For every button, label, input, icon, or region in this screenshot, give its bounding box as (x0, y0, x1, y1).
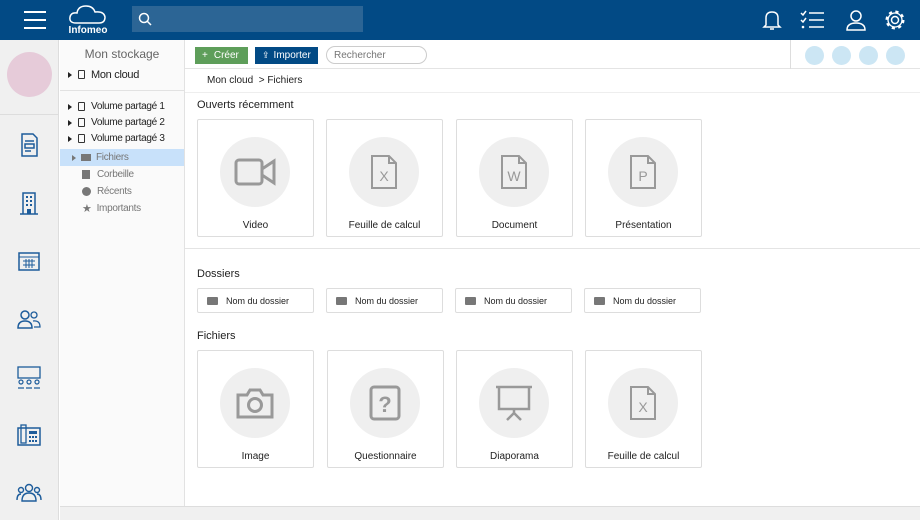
phone-icon[interactable] (16, 422, 42, 448)
projector-screen-icon (496, 385, 532, 421)
file-card-slideshow[interactable]: Diaporama (456, 350, 573, 468)
toolbar: + Créer ⇪ Importer (185, 40, 920, 69)
app-rail (0, 40, 59, 520)
svg-text:X: X (379, 168, 389, 184)
building-icon[interactable] (16, 190, 42, 216)
section-title-folders: Dossiers (197, 268, 240, 280)
section-title-recent: Ouverts récemment (197, 99, 294, 111)
tree-item-recents[interactable]: Récents (60, 183, 184, 200)
trash-icon (82, 170, 90, 179)
folder-icon (81, 154, 91, 161)
user-circles (790, 40, 920, 69)
recent-card-presentation[interactable]: P Présentation (585, 119, 702, 237)
divider (185, 248, 920, 249)
folder-item[interactable]: Nom du dossier (455, 288, 572, 313)
folder-icon (207, 296, 218, 305)
global-search[interactable] (132, 6, 363, 32)
horizontal-scrollbar[interactable] (60, 506, 920, 520)
bell-icon[interactable] (760, 8, 784, 32)
upload-icon: ⇪ (262, 50, 270, 60)
recent-card-video[interactable]: Video (197, 119, 314, 237)
tree-item-volume-2[interactable]: Volume partagé 2 (60, 114, 184, 131)
avatar[interactable] (832, 46, 851, 65)
group-icon[interactable] (16, 480, 42, 506)
breadcrumb-root[interactable]: Mon cloud (207, 75, 253, 86)
tree-item-fichiers[interactable]: Fichiers (60, 149, 184, 166)
breadcrumb: Mon cloud > Fichiers (207, 75, 303, 86)
tree-item-volume-1[interactable]: Volume partagé 1 (60, 98, 184, 115)
breadcrumb-current[interactable]: Fichiers (267, 75, 302, 86)
tree-title: Mon stockage (84, 47, 160, 61)
top-bar: Infomeo (0, 0, 920, 40)
tree-item-importants[interactable]: ★ Importants (60, 200, 184, 217)
word-file-icon: W (501, 155, 527, 189)
star-icon: ★ (82, 203, 92, 215)
spreadsheet-file-icon: X (371, 155, 397, 189)
camera-icon (236, 388, 274, 419)
folder-icon (594, 296, 605, 305)
search-input[interactable] (326, 46, 427, 64)
recent-card-spreadsheet[interactable]: X Feuille de calcul (326, 119, 443, 237)
search-icon (138, 12, 152, 26)
task-list-icon[interactable] (800, 8, 824, 32)
avatar[interactable] (859, 46, 878, 65)
calendar-icon[interactable] (16, 248, 42, 274)
divider (185, 92, 920, 93)
user-icon[interactable] (844, 8, 868, 32)
menu-icon[interactable] (24, 11, 46, 29)
avatar[interactable] (886, 46, 905, 65)
folder-item[interactable]: Nom du dossier (326, 288, 443, 313)
svg-text:P: P (638, 168, 647, 184)
tree-item-volume-3[interactable]: Volume partagé 3 (60, 130, 184, 147)
folder-icon (336, 296, 347, 305)
folder-item[interactable]: Nom du dossier (584, 288, 701, 313)
main-content: +Créer ⇪Importer Mon cloud > Fichiers Ou… (185, 40, 920, 506)
contacts-icon[interactable] (16, 306, 42, 332)
tree-item-corbeille[interactable]: Corbeille (60, 166, 184, 183)
plus-icon: + (202, 50, 208, 61)
create-button[interactable]: + Créer (195, 47, 248, 64)
cloud-icon (69, 5, 106, 24)
tree-item-mon-cloud[interactable]: Mon cloud (60, 66, 184, 83)
presentation-file-icon: P (630, 155, 656, 189)
question-icon: ? (369, 385, 401, 421)
avatar[interactable] (805, 46, 824, 65)
spreadsheet-file-icon: X (630, 386, 656, 420)
file-icon (78, 118, 85, 127)
meeting-icon[interactable] (16, 364, 42, 390)
divider (0, 114, 59, 115)
gear-icon[interactable] (883, 8, 907, 32)
storage-tree: Mon stockage Mon cloud Volume partagé 1 … (60, 40, 185, 506)
file-card-spreadsheet[interactable]: X Feuille de calcul (585, 350, 702, 468)
avatar[interactable] (7, 52, 52, 97)
section-title-files: Fichiers (197, 330, 236, 342)
recent-card-document[interactable]: W Document (456, 119, 573, 237)
video-icon (234, 158, 276, 186)
import-button[interactable]: ⇪ Importer (255, 47, 318, 64)
file-card-image[interactable]: Image (197, 350, 314, 468)
document-icon[interactable] (16, 132, 42, 158)
folder-icon (465, 296, 476, 305)
file-icon (78, 134, 85, 143)
svg-text:?: ? (378, 392, 391, 417)
svg-text:W: W (507, 168, 521, 184)
file-card-questionnaire[interactable]: ? Questionnaire (327, 350, 444, 468)
divider (60, 90, 184, 91)
folder-item[interactable]: Nom du dossier (197, 288, 314, 313)
svg-text:X: X (638, 399, 648, 415)
logo[interactable]: Infomeo (66, 3, 110, 36)
clock-icon (82, 187, 91, 196)
file-icon (78, 70, 85, 79)
file-icon (78, 102, 85, 111)
